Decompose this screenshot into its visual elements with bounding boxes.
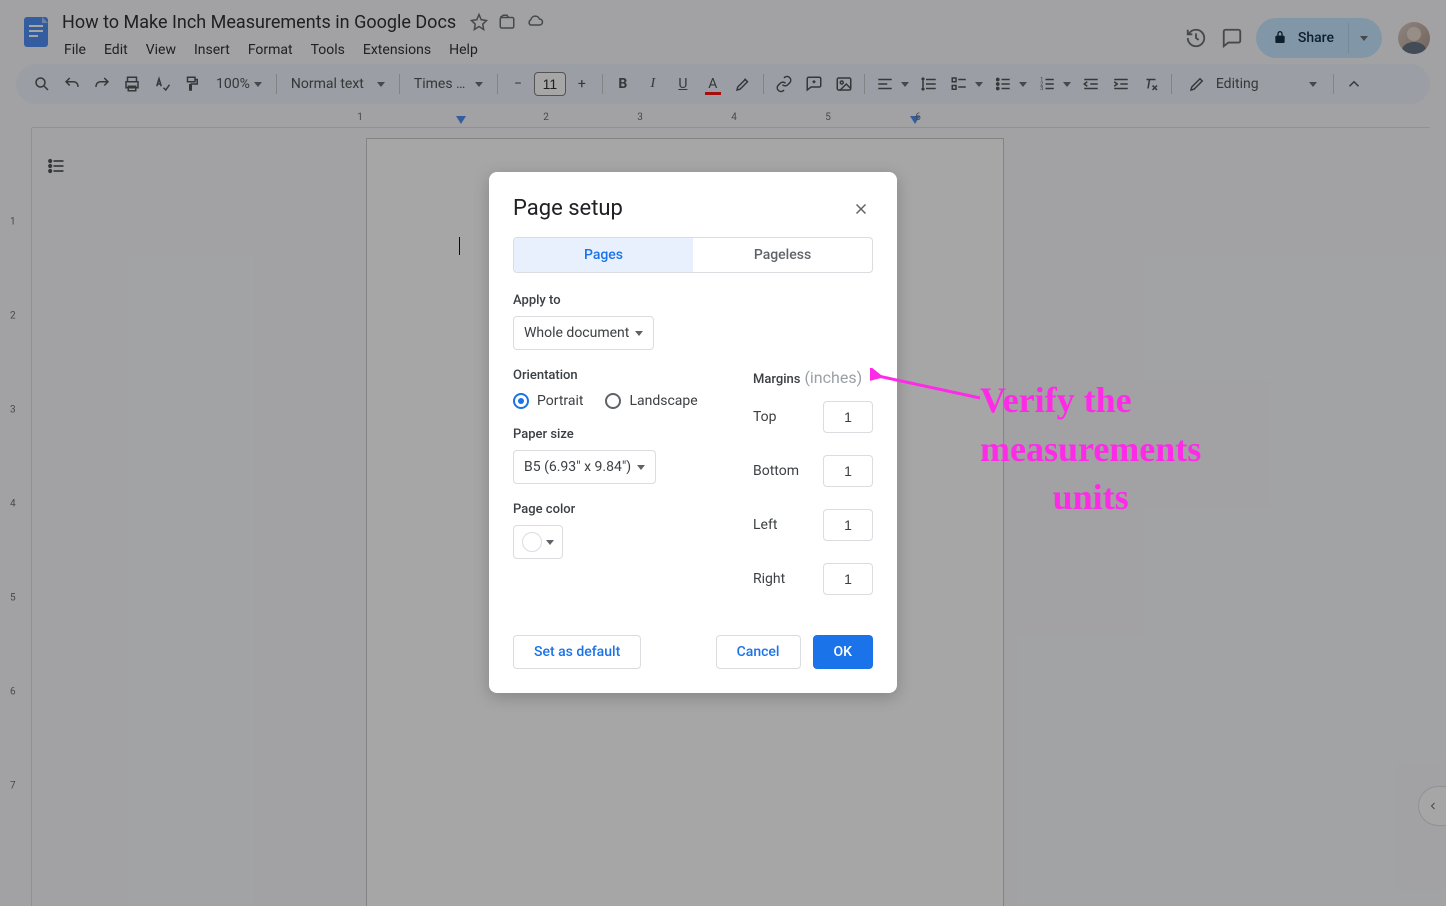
apply-to-select[interactable]: Whole document <box>513 316 654 350</box>
margins-unit: (inches) <box>804 368 862 387</box>
landscape-label: Landscape <box>629 393 697 409</box>
margin-bottom-input[interactable] <box>823 455 873 487</box>
margin-top-label: Top <box>753 409 777 425</box>
margin-bottom-label: Bottom <box>753 463 799 479</box>
set-default-button[interactable]: Set as default <box>513 635 641 669</box>
paper-size-select[interactable]: B5 (6.93" x 9.84") <box>513 450 656 484</box>
paper-size-label: Paper size <box>513 427 729 442</box>
close-icon[interactable] <box>849 197 873 221</box>
portrait-label: Portrait <box>537 393 583 409</box>
orientation-portrait-radio[interactable]: Portrait <box>513 393 583 409</box>
chevron-down-icon <box>635 331 643 336</box>
chevron-down-icon <box>637 465 645 470</box>
margin-left-label: Left <box>753 517 777 533</box>
margin-right-input[interactable] <box>823 563 873 595</box>
paper-size-value: B5 (6.93" x 9.84") <box>524 459 631 475</box>
margins-label: Margins <box>753 372 800 387</box>
cancel-button[interactable]: Cancel <box>716 635 801 669</box>
ok-button[interactable]: OK <box>813 635 874 669</box>
page-color-select[interactable] <box>513 525 563 559</box>
dialog-title: Page setup <box>513 196 623 221</box>
radio-checked-icon <box>513 393 529 409</box>
margins-heading: Margins (inches) <box>753 368 873 387</box>
color-swatch-icon <box>522 532 542 552</box>
apply-to-value: Whole document <box>524 325 629 341</box>
chevron-down-icon <box>546 540 554 545</box>
orientation-label: Orientation <box>513 368 729 383</box>
margin-left-input[interactable] <box>823 509 873 541</box>
margin-top-input[interactable] <box>823 401 873 433</box>
orientation-landscape-radio[interactable]: Landscape <box>605 393 697 409</box>
dialog-tabs: Pages Pageless <box>513 237 873 273</box>
page-color-label: Page color <box>513 502 729 517</box>
margin-right-label: Right <box>753 571 785 587</box>
apply-to-label: Apply to <box>513 293 873 308</box>
radio-unchecked-icon <box>605 393 621 409</box>
tab-pages[interactable]: Pages <box>514 238 693 272</box>
page-setup-dialog: Page setup Pages Pageless Apply to Whole… <box>489 172 897 693</box>
tab-pageless[interactable]: Pageless <box>693 238 872 272</box>
